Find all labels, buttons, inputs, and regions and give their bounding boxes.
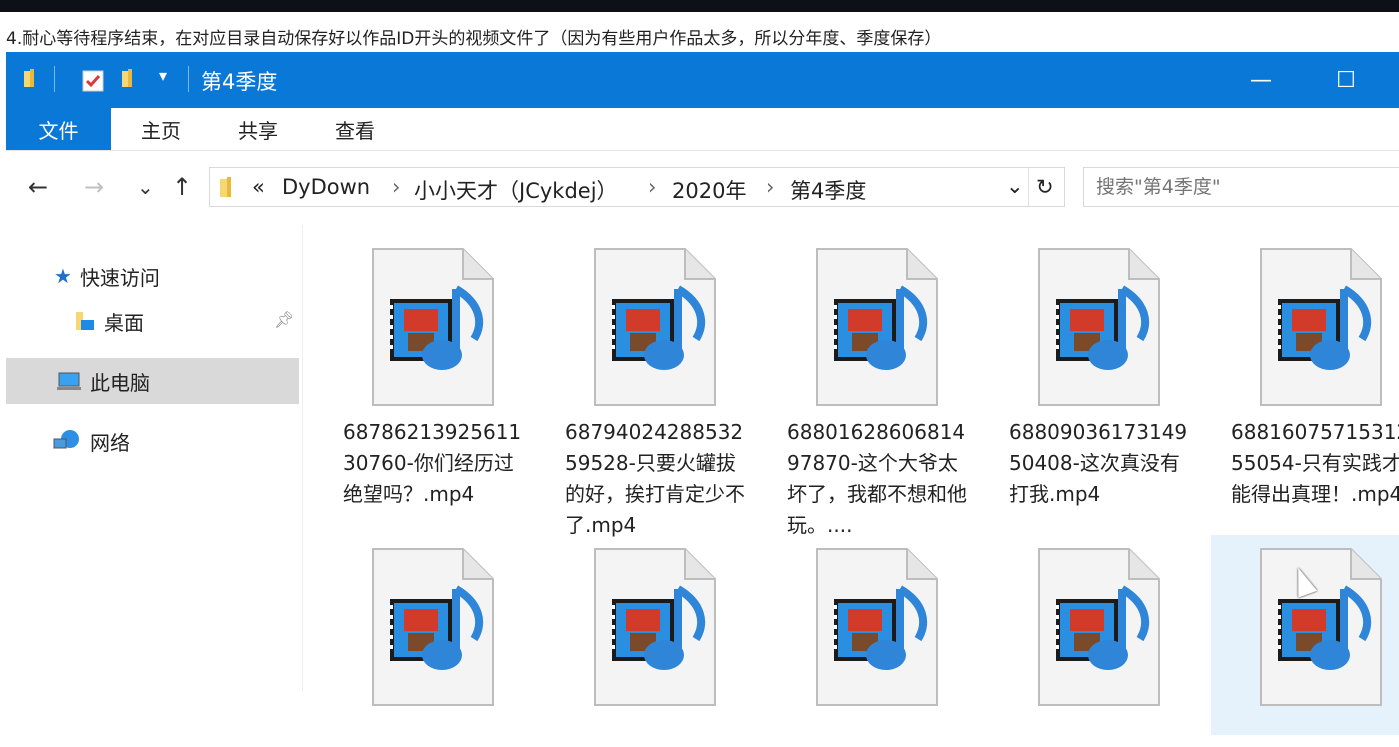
file-name: 6881607571531255054-只有实践才能得出真理！.mp4	[1231, 420, 1399, 506]
sidebar-item-label: 此电脑	[90, 370, 150, 395]
breadcrumb-dydown[interactable]: DyDown	[282, 175, 370, 199]
explorer-window: ▾ 第4季度 — ☐ 文件 主页 共享 查看 ← → ⌄ ↑ « DyDown …	[6, 52, 1399, 735]
video-file-icon	[1034, 247, 1164, 407]
file-item[interactable]	[777, 547, 977, 747]
file-item[interactable]: 6881607571531255054-只有实践才能得出真理！.mp4	[1221, 247, 1399, 547]
tab-file[interactable]: 文件	[6, 108, 111, 150]
address-bar[interactable]: « DyDown › 小小天才（JCykdej） › 2020年 › 第4季度 …	[209, 167, 1065, 207]
address-dropdown-button[interactable]: ⌄	[1006, 174, 1024, 198]
up-button[interactable]: ↑	[172, 173, 192, 201]
video-file-icon	[812, 547, 942, 707]
minimize-button[interactable]: —	[1233, 52, 1289, 108]
sidebar-item-desktop[interactable]: 桌面 📌︎	[6, 298, 299, 344]
ribbon-tabs: 文件 主页 共享 查看	[6, 108, 1399, 151]
file-item[interactable]: 6880162860681497870-这个大爷太坏了，我都不想和他玩。....	[777, 247, 977, 547]
breadcrumb-overflow[interactable]: «	[252, 175, 265, 199]
video-file-icon	[368, 547, 498, 707]
breadcrumb-year[interactable]: 2020年	[672, 175, 746, 205]
video-file-icon	[1034, 547, 1164, 707]
tab-share[interactable]: 共享	[213, 108, 303, 150]
file-item[interactable]: 6880903617314950408-这次真没有打我.mp4	[999, 247, 1199, 547]
title-bar: ▾ 第4季度 — ☐	[6, 52, 1399, 108]
video-file-icon	[368, 247, 498, 407]
file-item[interactable]	[999, 547, 1199, 747]
back-button[interactable]: ←	[28, 173, 48, 201]
file-list: 6878621392561130760-你们经历过绝望吗？.mp4 687940…	[303, 225, 1399, 735]
video-file-icon	[590, 547, 720, 707]
search-input[interactable]	[1083, 167, 1399, 207]
sidebar-item-label: 快速访问	[79, 265, 160, 290]
desktop-folder-icon	[76, 312, 94, 330]
breadcrumb-separator[interactable]: ›	[766, 175, 774, 199]
file-name: 6880903617314950408-这次真没有打我.mp4	[1009, 420, 1188, 506]
file-item[interactable]	[1211, 535, 1399, 735]
star-icon: ★	[54, 264, 72, 288]
tab-home[interactable]: 主页	[116, 108, 206, 150]
title-divider	[188, 66, 189, 92]
video-file-icon	[812, 247, 942, 407]
breadcrumb-quarter[interactable]: 第4季度	[790, 175, 866, 205]
qat-divider	[54, 66, 55, 92]
sidebar-item-quick-access[interactable]: ★ 快速访问	[6, 253, 299, 299]
video-file-icon	[1256, 247, 1386, 407]
file-item[interactable]	[555, 547, 755, 747]
file-name: 6880162860681497870-这个大爷太坏了，我都不想和他玩。....	[787, 420, 967, 537]
new-folder-icon[interactable]	[120, 68, 140, 88]
breadcrumb-separator[interactable]: ›	[392, 175, 400, 199]
maximize-button[interactable]: ☐	[1318, 52, 1374, 108]
qat-customize-icon[interactable]: ▾	[159, 66, 167, 85]
navigation-bar: ← → ⌄ ↑ « DyDown › 小小天才（JCykdej） › 2020年…	[6, 151, 1399, 225]
pin-icon[interactable]: 📌︎	[274, 310, 294, 329]
navigation-pane: ★ 快速访问 桌面 📌︎ 此电脑 网络	[6, 225, 303, 691]
breadcrumb-user[interactable]: 小小天才（JCykdej）	[414, 175, 618, 205]
top-dark-strip	[0, 0, 1399, 12]
video-file-icon	[590, 247, 720, 407]
network-icon	[53, 430, 79, 449]
video-file-icon	[1256, 547, 1386, 707]
address-divider	[1028, 168, 1029, 206]
sidebar-item-network[interactable]: 网络	[6, 418, 299, 464]
refresh-button[interactable]: ↻	[1036, 175, 1054, 199]
computer-icon	[57, 372, 81, 390]
forward-button[interactable]: →	[84, 173, 104, 201]
folder-icon	[24, 69, 34, 87]
folder-icon	[220, 177, 231, 197]
file-name: 6879402428853259528-只要火罐拔的好，挨打肯定少不了.mp4	[565, 420, 745, 537]
file-item[interactable]: 6879402428853259528-只要火罐拔的好，挨打肯定少不了.mp4	[555, 247, 755, 547]
file-item[interactable]	[333, 547, 533, 747]
file-name: 6878621392561130760-你们经历过绝望吗？.mp4	[343, 420, 522, 506]
sidebar-item-this-pc[interactable]: 此电脑	[6, 358, 299, 404]
sidebar-item-label: 网络	[90, 430, 130, 455]
instruction-caption: 4.耐心等待程序结束，在对应目录自动保存好以作品ID开头的视频文件了（因为有些用…	[6, 29, 942, 49]
file-item[interactable]: 6878621392561130760-你们经历过绝望吗？.mp4	[333, 247, 533, 547]
window-title: 第4季度	[201, 70, 278, 94]
tab-view[interactable]: 查看	[310, 108, 400, 150]
breadcrumb-separator[interactable]: ›	[648, 175, 656, 199]
sidebar-item-label: 桌面	[104, 310, 144, 335]
recent-locations-button[interactable]: ⌄	[137, 175, 154, 199]
properties-checkbox-icon[interactable]	[82, 70, 104, 92]
